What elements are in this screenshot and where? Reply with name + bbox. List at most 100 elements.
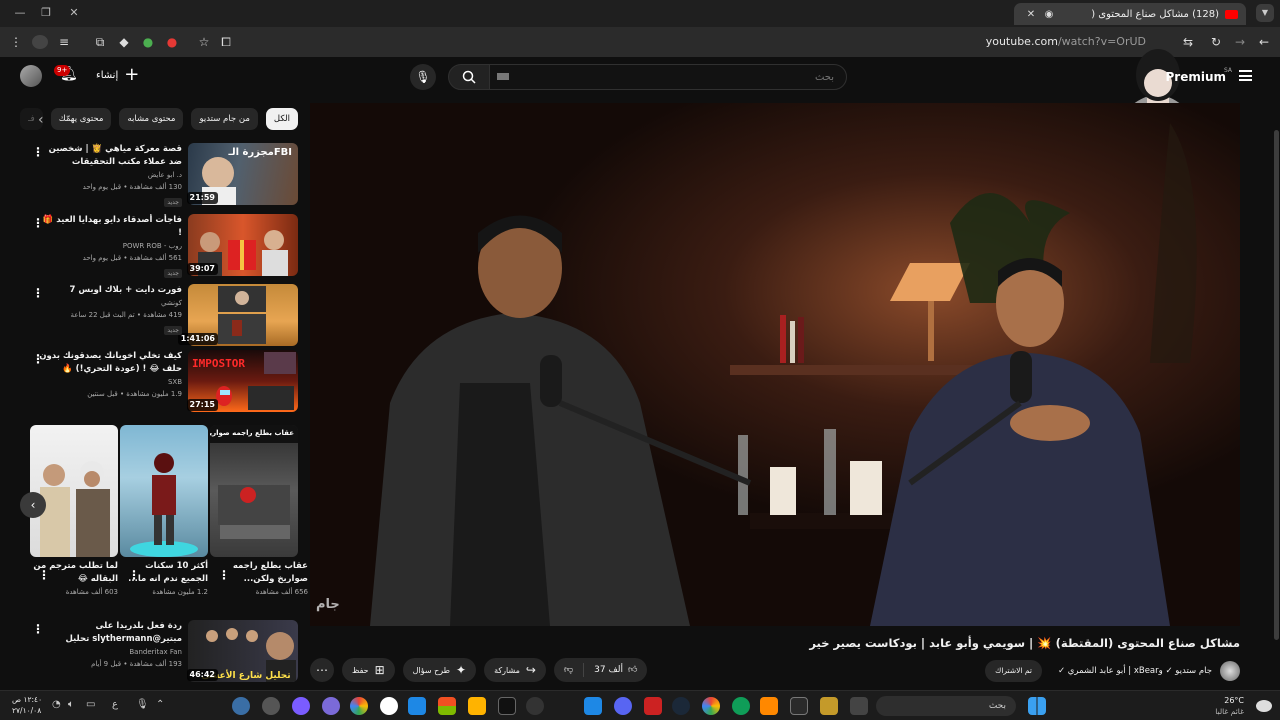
bookmark-star-icon[interactable]: ☆ — [196, 34, 212, 50]
forward-icon[interactable]: → — [1232, 34, 1248, 50]
video-title[interactable]: ردة فعل بلدريدا على مبتير@slythermann تح… — [38, 620, 182, 646]
list-item[interactable]: 39:07 فاجأت أصدقاء دايو بهدايا العيد 🎁 !… — [30, 214, 300, 278]
chrome-like-icon[interactable] — [350, 697, 368, 715]
chip-related[interactable]: محتوى مشابه — [119, 108, 184, 130]
active-browser-icon[interactable] — [790, 697, 808, 715]
mic-tray-icon[interactable]: 🎙︎ — [136, 699, 149, 710]
more-actions-icon[interactable]: ⋮ — [32, 352, 44, 366]
app-icon-1[interactable] — [232, 697, 250, 715]
hamburger-menu-icon[interactable] — [1239, 70, 1252, 81]
chip-all[interactable]: الكل — [265, 108, 298, 130]
shelf-previous-icon[interactable]: ‹ — [20, 492, 46, 518]
microsoft-store-icon[interactable] — [438, 697, 456, 715]
menu-kebab-icon[interactable]: ⋮ — [8, 34, 24, 50]
tab-close-icon[interactable]: ✕ — [1025, 9, 1037, 20]
minimize-icon[interactable]: — — [12, 5, 28, 21]
file-explorer-icon[interactable] — [820, 697, 838, 715]
ask-button[interactable]: طرح سؤال ✦ — [402, 658, 477, 682]
language-indicator[interactable]: ع — [112, 699, 118, 710]
edge-icon[interactable] — [732, 697, 750, 715]
browser-tab-active[interactable]: (128) مشاكل صناع المحتوى ( ◉ ✕ — [1014, 3, 1246, 25]
app-icon-4[interactable] — [322, 697, 340, 715]
extension-shield-icon[interactable]: ● — [140, 34, 156, 50]
video-player[interactable]: جام — [310, 103, 1240, 626]
taskbar-clock[interactable]: ١٢:٤٠ ص ٢٧/١٠/٠٨ — [12, 694, 42, 716]
task-view-icon[interactable] — [850, 697, 868, 715]
short-title[interactable]: عقاب يطلع راجمه صواريخ ولكن... — [220, 560, 308, 586]
list-item[interactable]: 1:41:06 فورت دايت + بلاك اوبس 7 كونشي 41… — [30, 284, 300, 348]
chip-from-channel[interactable]: من جام ستديو — [191, 108, 258, 130]
discord-icon[interactable] — [614, 697, 632, 715]
back-icon[interactable]: ← — [1256, 34, 1272, 50]
more-actions-button[interactable]: ⋯ — [310, 658, 334, 682]
account-avatar[interactable] — [20, 65, 42, 87]
scrollbar-thumb[interactable] — [1274, 130, 1279, 640]
share-button[interactable]: مشاركة ↪ — [484, 658, 546, 682]
more-actions-icon[interactable]: ⋮ — [32, 145, 44, 159]
youtube-premium-logo[interactable]: Premium — [1165, 70, 1226, 84]
save-button[interactable]: حفظ ⊞ — [342, 658, 395, 682]
extension-diamond-icon[interactable]: ◆ — [116, 34, 132, 50]
more-actions-icon[interactable]: ⋮ — [218, 568, 230, 582]
app-icon-3[interactable] — [292, 697, 310, 715]
extensions-icon[interactable]: ⧉ — [92, 34, 108, 50]
video-title[interactable]: قصة معركة مياهي 👸 | شخصين ضد عملاء مكتب … — [38, 143, 182, 169]
video-title[interactable]: فورت دايت + بلاك اوبس 7 — [38, 284, 182, 297]
audio-icon[interactable]: ◉ — [1043, 9, 1055, 20]
more-actions-icon[interactable]: ⋮ — [128, 568, 140, 582]
weather-widget[interactable]: 26°C غائم غالبا — [1215, 695, 1244, 717]
page-scrollbar[interactable] — [1272, 60, 1280, 690]
app-icon-18[interactable] — [760, 697, 778, 715]
install-app-icon[interactable]: ⧠ — [218, 34, 234, 50]
volume-icon[interactable]: 🔈︎ — [68, 699, 74, 710]
more-actions-icon[interactable]: ⋮ — [32, 216, 44, 230]
chip-more[interactable]: فـ — [20, 108, 43, 130]
channel-name[interactable]: Banderitax Fan — [38, 646, 182, 658]
wifi-icon[interactable]: ◔ — [52, 699, 61, 710]
like-button[interactable]: 37 ألف 👍︎ — [584, 658, 647, 682]
more-actions-icon[interactable]: ⋮ — [38, 568, 50, 582]
search-button[interactable] — [448, 64, 490, 90]
windows-start-icon[interactable] — [1028, 697, 1046, 715]
list-item[interactable]: IMPOSTOR 27:15 كيف تخلي اخويانك يصدقونك … — [30, 350, 300, 414]
dislike-button[interactable]: 👎︎ — [554, 658, 583, 682]
restore-icon[interactable]: ❐ — [38, 5, 54, 21]
channel-name[interactable]: كونشي — [38, 297, 182, 309]
video-title[interactable]: فاجأت أصدقاء دايو بهدايا العيد 🎁 ! — [38, 214, 182, 240]
extension-red-icon[interactable]: ● — [164, 34, 180, 50]
app-icon-6[interactable] — [380, 697, 398, 715]
app-icon-7[interactable] — [408, 697, 426, 715]
channel-avatar[interactable] — [1220, 661, 1240, 681]
tab-search-button[interactable]: ▼ — [1256, 4, 1274, 22]
show-hidden-icons[interactable]: ⌃ — [156, 699, 164, 710]
taskbar-search-box[interactable]: بحث — [876, 696, 1016, 716]
epic-games-icon[interactable] — [498, 697, 516, 715]
video-title[interactable]: كيف تخلي اخويانك يصدقونك بدون حلف 😂 ! (ع… — [38, 350, 182, 376]
app-icon-14[interactable] — [644, 697, 662, 715]
channel-name[interactable]: SXB — [38, 376, 182, 388]
voice-search-mic-icon[interactable]: 🎙︎ — [410, 64, 436, 90]
chip-for-you[interactable]: محتوى يهمّك — [50, 108, 112, 130]
channel-name[interactable]: روب - POWR ROB — [38, 240, 182, 252]
short-thumbnail[interactable]: عقاب بطلع راجمه صواريخ — [210, 425, 298, 557]
list-item[interactable]: مجزرة الـFBI 21:59 قصة معركة مياهي 👸 | ش… — [30, 143, 300, 207]
more-actions-icon[interactable]: ⋮ — [32, 622, 44, 636]
app-icon-2[interactable] — [262, 697, 280, 715]
subscribed-button[interactable]: تم الاشتراك — [985, 660, 1042, 682]
battery-icon[interactable]: ▭ — [86, 699, 95, 710]
short-thumbnail[interactable] — [120, 425, 208, 557]
app-icon-12[interactable] — [584, 697, 602, 715]
media-control-icon[interactable]: ≡ — [56, 34, 72, 50]
close-window-icon[interactable]: ✕ — [66, 5, 82, 21]
list-item[interactable]: تحليل شارع الأعشى 46:42 ردة فعل بلدريدا … — [30, 620, 300, 684]
channel-name-main[interactable]: جام ستديو ✓ وxBear | أبو عابد الشمري ✓ — [1058, 666, 1212, 676]
short-thumbnail[interactable] — [30, 425, 118, 557]
create-button[interactable]: إنشاء + — [96, 66, 139, 84]
channel-name[interactable]: د. ابو عايض — [38, 169, 182, 181]
app-icon-9[interactable] — [468, 697, 486, 715]
search-input[interactable] — [489, 64, 847, 90]
chrome-icon[interactable] — [702, 697, 720, 715]
profile-icon[interactable] — [32, 35, 48, 49]
more-actions-icon[interactable]: ⋮ — [32, 286, 44, 300]
steam-icon[interactable] — [672, 697, 690, 715]
